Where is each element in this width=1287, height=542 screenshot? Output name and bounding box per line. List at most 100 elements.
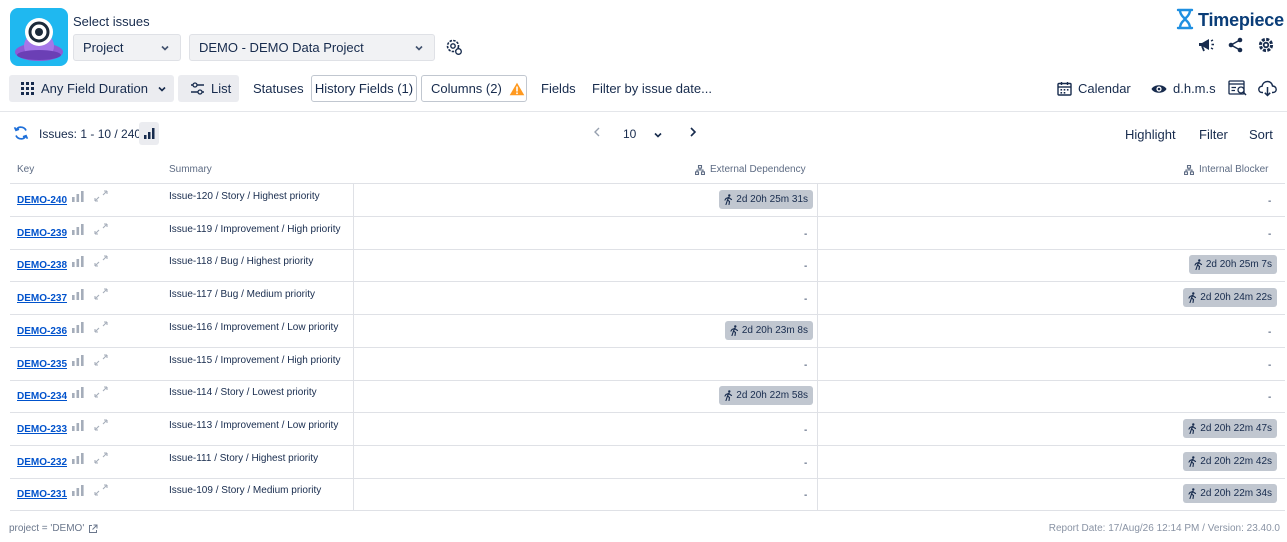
columns-label: Columns (2) xyxy=(431,81,502,96)
duration-type-select[interactable]: Any Field Duration xyxy=(9,75,174,102)
internal-blocker-duration-text: 2d 20h 22m 47s xyxy=(1200,422,1272,434)
expand-icon[interactable] xyxy=(94,419,108,434)
filter-by-issue-date-button[interactable]: Filter by issue date... xyxy=(592,75,712,102)
expand-icon[interactable] xyxy=(94,255,108,270)
issue-key-link[interactable]: DEMO-233 xyxy=(17,424,67,435)
column-divider xyxy=(817,282,818,316)
column-divider xyxy=(353,380,354,414)
list-view-button[interactable]: List xyxy=(178,75,239,102)
hierarchy-icon xyxy=(1184,164,1194,175)
column-header-key[interactable]: Key xyxy=(17,164,34,175)
report-icon[interactable] xyxy=(1228,75,1248,102)
select-settings-icon[interactable] xyxy=(445,38,463,56)
expand-icon[interactable] xyxy=(94,223,108,238)
internal-blocker-empty: - xyxy=(1268,196,1272,207)
statuses-button[interactable]: Statuses xyxy=(253,75,304,102)
external-dependency-duration-badge[interactable]: 2d 20h 22m 58s xyxy=(719,386,813,406)
internal-blocker-duration-badge[interactable]: 2d 20h 24m 22s xyxy=(1183,288,1277,308)
issue-key-link[interactable]: DEMO-234 xyxy=(17,391,67,402)
table-row: DEMO-231 Issue-109 / Story / Medium prior… xyxy=(10,478,1285,512)
brand-name: Timepiece xyxy=(1198,10,1284,30)
share-icon[interactable] xyxy=(1227,36,1245,54)
external-dependency-duration-badge[interactable]: 2d 20h 23m 8s xyxy=(724,320,813,340)
bar-chart-icon[interactable] xyxy=(72,484,84,499)
calendar-button[interactable]: Calendar xyxy=(1057,75,1131,102)
bar-chart-icon[interactable] xyxy=(72,354,84,369)
bar-chart-icon[interactable] xyxy=(139,122,159,145)
refresh-icon[interactable] xyxy=(13,125,29,144)
walking-person-icon xyxy=(1194,259,1203,271)
issue-key-link[interactable]: DEMO-235 xyxy=(17,359,67,370)
expand-icon[interactable] xyxy=(94,353,108,369)
issue-key-link[interactable]: DEMO-231 xyxy=(17,489,67,500)
issue-key-link[interactable]: DEMO-232 xyxy=(17,457,67,468)
column-divider xyxy=(353,478,354,512)
expand-icon[interactable] xyxy=(94,190,108,205)
megaphone-icon[interactable] xyxy=(1197,36,1215,54)
expand-icon[interactable] xyxy=(94,452,108,467)
bar-chart-icon[interactable] xyxy=(72,452,84,467)
issue-key-link[interactable]: DEMO-239 xyxy=(17,228,67,239)
internal-blocker-empty: - xyxy=(1268,359,1272,371)
column-divider xyxy=(353,412,354,446)
bar-chart-icon[interactable] xyxy=(72,321,84,336)
chevron-down-icon[interactable] xyxy=(653,128,663,143)
bar-chart-icon[interactable] xyxy=(72,190,84,205)
issue-key-link[interactable]: DEMO-240 xyxy=(17,195,67,206)
internal-blocker-duration-badge[interactable]: 2d 20h 22m 34s xyxy=(1183,484,1277,504)
table-header: Key Summary External Dependency Internal… xyxy=(0,160,1287,184)
walking-person-icon xyxy=(730,324,739,336)
issue-key-link[interactable]: DEMO-237 xyxy=(17,293,67,304)
time-format-button[interactable]: d.h.m.s xyxy=(1151,75,1216,102)
table-row: DEMO-237 Issue-117 / Bug / Medium priorit… xyxy=(10,282,1285,316)
internal-blocker-duration-badge[interactable]: 2d 20h 25m 7s xyxy=(1188,255,1277,275)
previous-page-icon[interactable] xyxy=(592,126,602,141)
fields-button[interactable]: Fields xyxy=(541,75,576,102)
report-info: Report Date: 17/Aug/26 12:14 PM / Versio… xyxy=(1048,523,1280,534)
external-link-icon[interactable] xyxy=(88,524,98,534)
internal-blocker-duration-badge[interactable]: 2d 20h 22m 47s xyxy=(1183,418,1277,438)
jql-query[interactable]: project = 'DEMO' xyxy=(9,523,98,534)
settings-gear-icon[interactable] xyxy=(1257,36,1275,54)
column-divider xyxy=(353,282,354,316)
expand-icon[interactable] xyxy=(94,484,108,499)
project-data-select[interactable]: DEMO - DEMO Data Project xyxy=(189,34,435,61)
row-actions xyxy=(72,386,108,401)
sort-button[interactable]: Sort xyxy=(1249,127,1273,142)
expand-icon[interactable] xyxy=(94,288,108,303)
next-page-icon[interactable] xyxy=(688,126,698,141)
history-fields-button[interactable]: History Fields (1) xyxy=(311,75,417,102)
column-header-external-dependency[interactable]: External Dependency xyxy=(695,164,806,175)
calendar-label: Calendar xyxy=(1078,81,1131,96)
issue-key-link[interactable]: DEMO-236 xyxy=(17,326,67,337)
external-dependency-empty: - xyxy=(804,261,808,273)
internal-blocker-empty: - xyxy=(1268,326,1272,338)
highlight-button[interactable]: Highlight xyxy=(1125,127,1176,142)
columns-button[interactable]: Columns (2) xyxy=(421,75,527,102)
eye-icon xyxy=(1151,83,1167,95)
bar-chart-icon[interactable] xyxy=(72,223,84,238)
bar-chart-icon[interactable] xyxy=(72,255,84,270)
hierarchy-icon xyxy=(695,164,705,175)
filter-button[interactable]: Filter xyxy=(1199,127,1228,142)
cloud-download-icon[interactable] xyxy=(1258,75,1277,102)
time-format-label: d.h.m.s xyxy=(1173,81,1216,96)
column-header-summary[interactable]: Summary xyxy=(169,164,212,175)
project-select[interactable]: Project xyxy=(73,34,181,61)
expand-icon[interactable] xyxy=(94,321,108,336)
bar-chart-icon[interactable] xyxy=(72,419,84,434)
column-header-internal-blocker[interactable]: Internal Blocker xyxy=(1184,164,1268,175)
walking-person-icon xyxy=(1188,455,1197,467)
column-divider xyxy=(817,380,818,414)
page-size-value[interactable]: 10 xyxy=(623,127,636,141)
bar-chart-icon[interactable] xyxy=(72,288,84,303)
external-dependency-duration-badge[interactable]: 2d 20h 25m 31s xyxy=(719,190,813,209)
issue-key-link[interactable]: DEMO-238 xyxy=(17,260,67,271)
list-label: List xyxy=(211,81,232,96)
expand-icon[interactable] xyxy=(94,386,108,401)
sliders-icon xyxy=(190,82,205,95)
internal-blocker-duration-badge[interactable]: 2d 20h 22m 42s xyxy=(1183,451,1277,471)
walking-person-icon xyxy=(1188,488,1197,500)
table-row: DEMO-233 Issue-113 / Improvement / Low pr… xyxy=(10,412,1285,446)
bar-chart-icon[interactable] xyxy=(72,386,84,401)
